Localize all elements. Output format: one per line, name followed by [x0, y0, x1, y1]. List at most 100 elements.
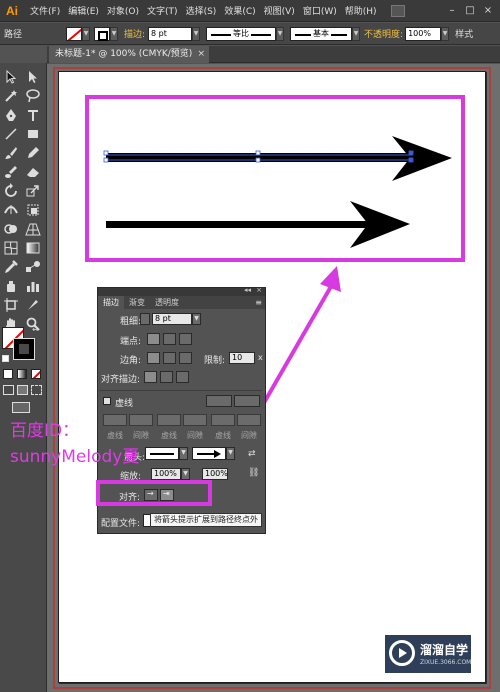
- close-button[interactable]: ×: [482, 5, 494, 17]
- tab-stroke[interactable]: 描边: [98, 296, 124, 309]
- align-stroke-inside-button[interactable]: [160, 371, 173, 383]
- menu-effect[interactable]: 效果(C): [224, 4, 255, 17]
- width-tool-icon[interactable]: [3, 202, 19, 218]
- stroke-weight-field[interactable]: 8 pt: [148, 26, 193, 41]
- arrow-start-scale-field[interactable]: 100%: [151, 468, 181, 480]
- document-tab[interactable]: 未标题-1* @ 100% (CMYK/预览) ×: [49, 46, 209, 63]
- type-tool-icon[interactable]: [25, 107, 41, 123]
- fill-swatch[interactable]: [66, 26, 82, 41]
- arrow-end-scale-field[interactable]: 100%: [202, 468, 228, 480]
- pencil-tool-icon[interactable]: [25, 145, 41, 161]
- gap-field-2[interactable]: [183, 414, 207, 426]
- stroke-weight-dropdown[interactable]: ▼: [192, 26, 201, 41]
- collapse-panel-icon[interactable]: ◂◂: [244, 286, 251, 294]
- menu-window[interactable]: 窗口(W): [303, 4, 337, 17]
- start-arrowhead-dropdown[interactable]: ▼: [179, 447, 188, 460]
- minimize-button[interactable]: –: [446, 5, 458, 17]
- stroke-dropdown[interactable]: ▼: [110, 26, 118, 41]
- profile-dropdown[interactable]: ▼: [276, 26, 285, 41]
- projecting-cap-button[interactable]: [179, 333, 192, 345]
- tab-transparency[interactable]: 透明度: [150, 296, 184, 309]
- screen-mode-icon[interactable]: [12, 402, 30, 413]
- rotate-tool-icon[interactable]: [3, 183, 19, 199]
- dash-field-3[interactable]: [211, 414, 235, 426]
- gradient-mode-icon[interactable]: [17, 369, 27, 379]
- symbol-sprayer-tool-icon[interactable]: [3, 278, 19, 294]
- menu-select[interactable]: 选择(S): [186, 4, 217, 17]
- artboard-tool-icon[interactable]: [3, 297, 19, 313]
- stroke-panel-titlebar[interactable]: ◂◂ ×: [98, 286, 265, 296]
- menu-view[interactable]: 视图(V): [264, 4, 295, 17]
- weight-dropdown[interactable]: ▼: [192, 313, 201, 325]
- end-arrowhead-dropdown[interactable]: ▼: [226, 447, 235, 460]
- arrow-start-scale-dropdown[interactable]: ▼: [181, 468, 190, 480]
- magic-wand-tool-icon[interactable]: [3, 88, 19, 104]
- line-segment-tool-icon[interactable]: [3, 126, 19, 142]
- stroke-color-box[interactable]: [13, 338, 35, 360]
- blend-tool-icon[interactable]: [25, 259, 41, 275]
- direct-selection-tool-icon[interactable]: [25, 69, 41, 85]
- variable-width-profile[interactable]: 等比: [206, 26, 277, 41]
- arrange-documents-button[interactable]: [390, 4, 405, 17]
- default-fill-stroke-icon[interactable]: [2, 355, 9, 362]
- eraser-tool-icon[interactable]: [25, 164, 41, 180]
- none-mode-icon[interactable]: [31, 369, 41, 379]
- swap-arrowheads-icon[interactable]: ⇄: [248, 449, 256, 459]
- dash-preserve-button[interactable]: [206, 395, 232, 407]
- slice-tool-icon[interactable]: [25, 297, 41, 313]
- blob-brush-tool-icon[interactable]: [3, 164, 19, 180]
- dash-align-corners-button[interactable]: [234, 395, 260, 407]
- color-mode-icon[interactable]: [3, 369, 13, 379]
- maximize-button[interactable]: □: [464, 5, 476, 17]
- bevel-join-button[interactable]: [179, 352, 192, 364]
- opacity-dropdown[interactable]: ▼: [441, 26, 450, 41]
- scale-tool-icon[interactable]: [25, 183, 41, 199]
- stroke-swatch[interactable]: [94, 26, 110, 41]
- mesh-tool-icon[interactable]: [3, 240, 19, 256]
- end-arrowhead-select[interactable]: [192, 447, 226, 460]
- column-graph-tool-icon[interactable]: [25, 278, 41, 294]
- gap-field-3[interactable]: [237, 414, 261, 426]
- draw-inside-icon[interactable]: [31, 385, 42, 395]
- menu-object[interactable]: 对象(O): [107, 4, 139, 17]
- close-tab-icon[interactable]: ×: [197, 46, 205, 63]
- eyedropper-tool-icon[interactable]: [3, 259, 19, 275]
- close-panel-icon[interactable]: ×: [256, 286, 262, 294]
- selection-tool-icon[interactable]: [3, 69, 19, 85]
- gradient-tool-icon[interactable]: [25, 240, 41, 256]
- lasso-tool-icon[interactable]: [25, 88, 41, 104]
- menu-file[interactable]: 文件(F): [30, 4, 60, 17]
- brush-definition[interactable]: 基本: [290, 26, 353, 41]
- fill-dropdown[interactable]: ▼: [82, 26, 90, 41]
- butt-cap-button[interactable]: [147, 333, 160, 345]
- paintbrush-tool-icon[interactable]: [3, 145, 19, 161]
- weight-field[interactable]: 8 pt: [152, 313, 192, 325]
- style-label[interactable]: 样式: [455, 27, 473, 40]
- align-stroke-center-button[interactable]: [144, 371, 157, 383]
- dashed-line-checkbox[interactable]: [103, 397, 111, 405]
- dash-field-2[interactable]: [157, 414, 181, 426]
- miter-join-button[interactable]: [147, 352, 160, 364]
- perspective-grid-tool-icon[interactable]: [25, 221, 41, 237]
- pen-tool-icon[interactable]: [3, 107, 19, 123]
- panel-menu-icon[interactable]: ≡: [255, 296, 262, 309]
- start-arrowhead-select[interactable]: [145, 447, 179, 460]
- limit-field[interactable]: 10: [229, 352, 255, 364]
- menu-edit[interactable]: 编辑(E): [68, 4, 99, 17]
- free-transform-tool-icon[interactable]: [25, 202, 41, 218]
- swap-fill-stroke-icon[interactable]: ↔: [32, 325, 39, 334]
- shape-builder-tool-icon[interactable]: [3, 221, 19, 237]
- tab-gradient[interactable]: 渐变: [124, 296, 150, 309]
- round-cap-button[interactable]: [163, 333, 176, 345]
- draw-normal-icon[interactable]: [3, 385, 14, 395]
- stroke-label[interactable]: 描边:: [124, 27, 145, 40]
- draw-behind-icon[interactable]: [17, 385, 28, 395]
- opacity-label[interactable]: 不透明度:: [364, 27, 403, 40]
- brush-dropdown[interactable]: ▼: [352, 26, 361, 41]
- link-scale-icon[interactable]: ⛓: [248, 468, 259, 478]
- opacity-field[interactable]: 100%: [405, 26, 442, 41]
- menu-type[interactable]: 文字(T): [147, 4, 178, 17]
- align-stroke-outside-button[interactable]: [176, 371, 189, 383]
- menu-help[interactable]: 帮助(H): [345, 4, 377, 17]
- round-join-button[interactable]: [163, 352, 176, 364]
